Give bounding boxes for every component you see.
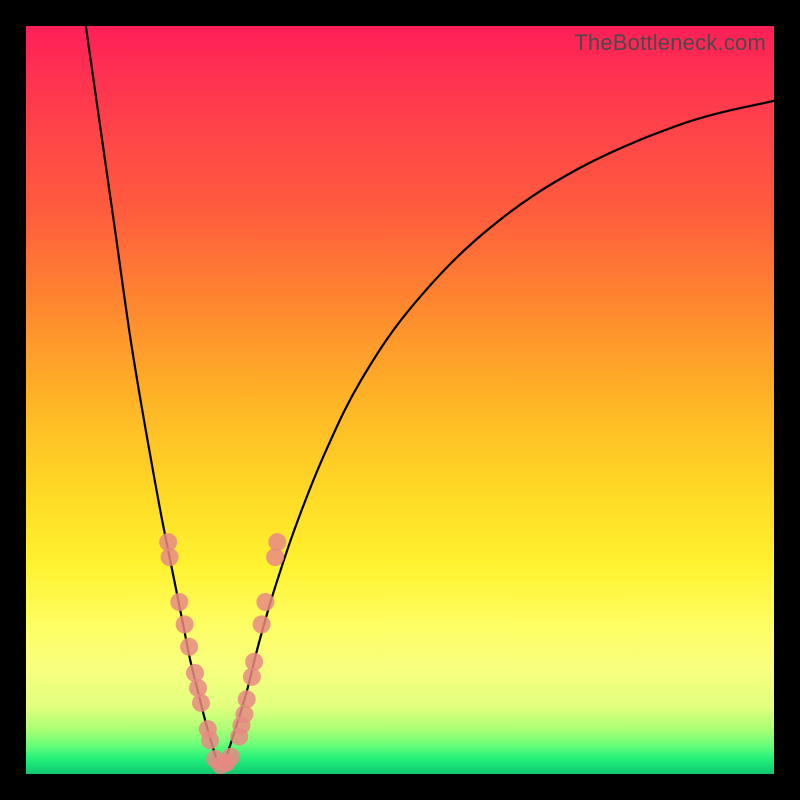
data-point <box>170 593 188 611</box>
data-point <box>186 664 204 682</box>
plot-area: TheBottleneck.com <box>26 26 774 774</box>
data-points-group <box>159 533 286 774</box>
data-point <box>192 694 210 712</box>
data-point <box>253 615 271 633</box>
data-point <box>222 748 240 766</box>
data-point <box>176 615 194 633</box>
data-point <box>256 593 274 611</box>
data-point <box>189 679 207 697</box>
data-point <box>201 731 219 749</box>
curve-right-branch <box>223 101 774 765</box>
data-point <box>180 638 198 656</box>
data-point <box>268 533 286 551</box>
chart-svg <box>26 26 774 774</box>
curve-left-branch <box>86 26 218 765</box>
data-point <box>245 653 263 671</box>
data-point <box>161 548 179 566</box>
chart-frame: TheBottleneck.com <box>0 0 800 800</box>
data-point <box>238 690 256 708</box>
